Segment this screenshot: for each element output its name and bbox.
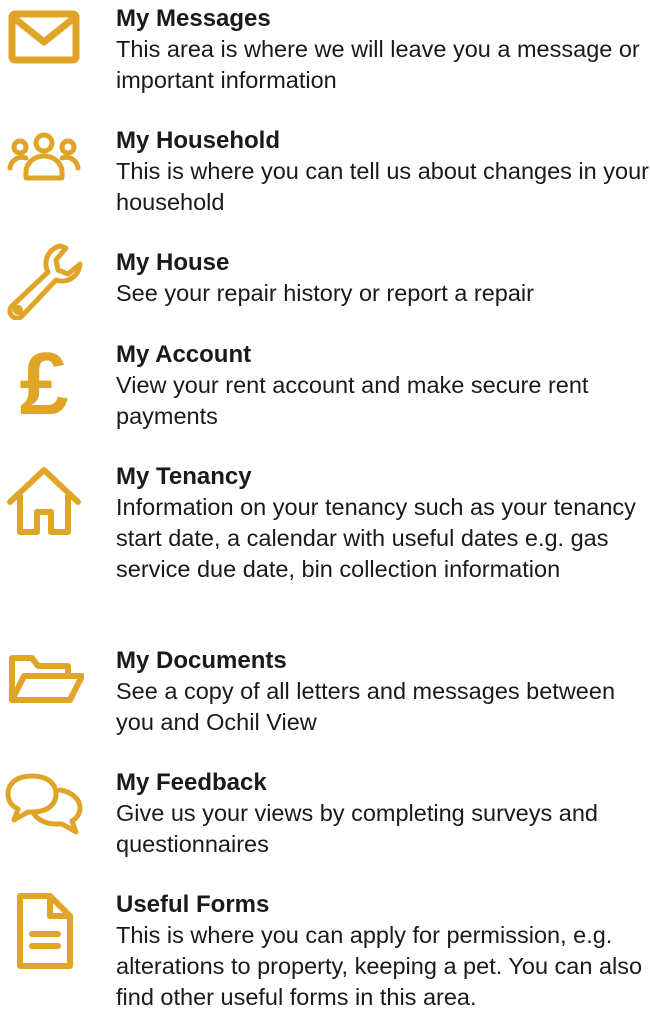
envelope-icon [4,2,84,82]
people-icon [4,126,84,206]
item-title: My Household [116,127,281,154]
wrench-icon [4,240,84,320]
item-description: View your rent account and make secure r… [116,372,589,429]
item-title: My Messages [116,5,271,32]
item-title: Useful Forms [116,891,270,918]
item-title: My Feedback [116,769,267,796]
house-icon [4,464,84,544]
pound-icon: £ [4,338,84,418]
item-description: Give us your views by completing surveys… [116,800,598,857]
item-description: See a copy of all letters and messages b… [116,678,616,735]
folder-icon [4,644,84,724]
item-title: My Account [116,341,252,368]
item-title: My House [116,249,230,276]
chat-bubbles-icon [4,766,84,846]
item-title: My Tenancy [116,463,252,490]
svg-text:£: £ [20,338,69,418]
item-title: My Documents [116,647,287,674]
item-description: See your repair history or report a repa… [116,280,534,306]
item-description: This area is where we will leave you a m… [116,36,640,93]
document-icon [4,892,84,972]
item-description: This is where you can apply for permissi… [116,922,643,1010]
item-description: This is where you can tell us about chan… [116,158,649,215]
item-description: Information on your tenancy such as your… [116,494,636,582]
